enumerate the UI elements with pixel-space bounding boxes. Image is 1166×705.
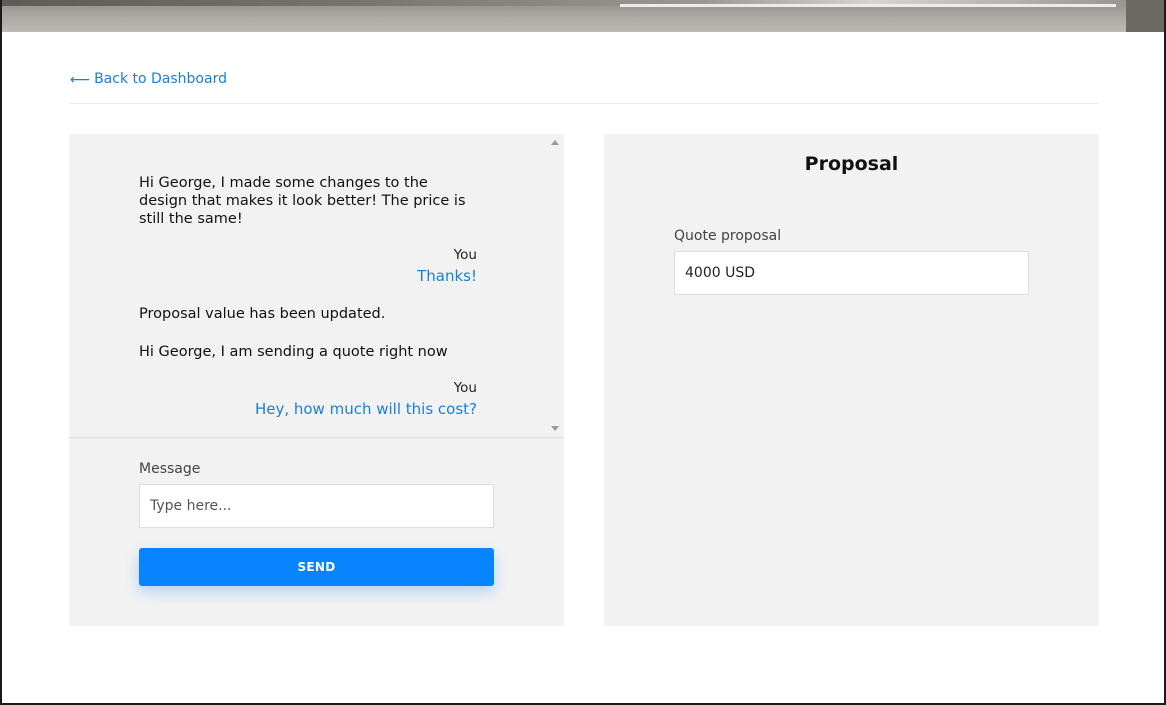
send-button[interactable]: SEND: [139, 548, 494, 586]
message-label: Message: [139, 461, 201, 477]
back-arrow-icon: ⟵: [70, 72, 91, 88]
message-input[interactable]: [139, 484, 494, 528]
chat-message-own: You Hey, how much will this cost?: [139, 379, 477, 419]
banner-wall: [1126, 0, 1166, 32]
back-link-label: Back to Dashboard: [94, 71, 227, 87]
proposal-title: Proposal: [804, 153, 899, 175]
chat-message-text: Hi George, I am sending a quote right no…: [139, 344, 448, 360]
chat-message-sender: You: [453, 247, 477, 263]
proposal-panel: Proposal Quote proposal: [604, 134, 1099, 626]
chat-message-text: Hey, how much will this cost?: [254, 400, 477, 418]
scroll-up-arrow-icon[interactable]: [551, 140, 559, 145]
header-divider: [69, 103, 1099, 104]
back-to-dashboard-link[interactable]: ⟵ Back to Dashboard: [70, 71, 227, 87]
header-banner-image: [0, 0, 1166, 32]
chat-message: Hi George, I made some changes to the de…: [139, 174, 477, 228]
quote-proposal-input[interactable]: [674, 251, 1029, 295]
chat-message: Proposal value has been updated.: [139, 305, 477, 323]
chat-message-own: You Thanks!: [139, 246, 477, 286]
chat-message-sender: You: [453, 380, 477, 396]
scroll-down-arrow-icon[interactable]: [551, 426, 559, 431]
chat-panel: Hi George, I made some changes to the de…: [69, 134, 564, 626]
quote-proposal-label: Quote proposal: [674, 228, 782, 244]
chat-message-text: Proposal value has been updated.: [139, 306, 386, 322]
chat-message-list[interactable]: Hi George, I made some changes to the de…: [69, 134, 564, 438]
chat-message-text: Thanks!: [417, 267, 477, 285]
chat-message-text: Hi George, I made some changes to the de…: [139, 175, 466, 227]
chat-message: Hi George, I am sending a quote right no…: [139, 343, 477, 361]
banner-rail: [620, 4, 1116, 7]
